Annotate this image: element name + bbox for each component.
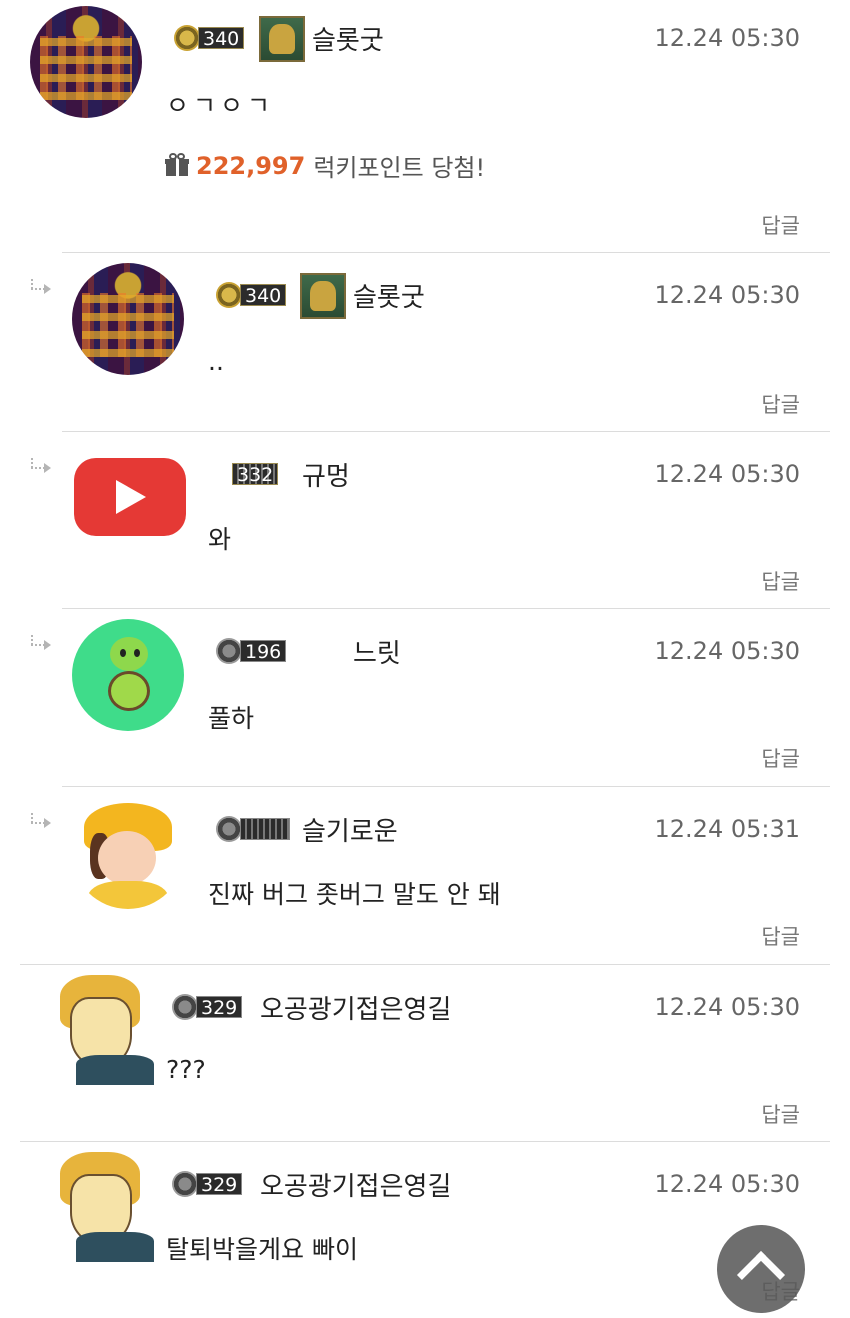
level-number <box>240 818 290 840</box>
timestamp: 12.24 05:30 <box>654 637 801 665</box>
avatar[interactable] <box>30 6 142 118</box>
gift-icon <box>165 152 189 176</box>
level-badge: 340 <box>174 25 245 51</box>
rank-icon <box>259 16 305 62</box>
reply-button[interactable]: 답글 <box>761 566 800 596</box>
nickname[interactable]: 오공광기접은영길 <box>260 989 451 1026</box>
nickname[interactable]: 슬롯굿 <box>312 20 384 57</box>
level-number: 340 <box>240 284 287 307</box>
level-badge: 329 <box>172 1171 243 1197</box>
reply-arrow-icon <box>28 813 54 829</box>
scroll-to-top-button[interactable] <box>717 1225 805 1313</box>
lucky-points: 222,997 <box>196 151 306 180</box>
comment-item: 329 오공광기접은영길 12.24 05:30 ??? 답글 <box>0 965 850 1141</box>
nickname[interactable]: 슬롯굿 <box>353 277 425 314</box>
reply-arrow-icon <box>28 458 54 474</box>
reply-comment-item: 196 느릿 12.24 05:30 풀하 답글 <box>0 609 850 786</box>
level-emblem-icon <box>216 282 242 308</box>
level-number: 329 <box>196 996 243 1019</box>
comment-text: 와 <box>208 525 232 554</box>
nickname[interactable]: 오공광기접은영길 <box>260 1166 451 1203</box>
reply-comment-item: 332 규멍 12.24 05:30 와 답글 <box>0 432 850 608</box>
level-badge <box>216 816 290 842</box>
level-badge: 196 <box>216 638 287 664</box>
play-icon <box>116 480 146 514</box>
nickname[interactable]: 슬기로운 <box>302 811 398 848</box>
level-badge: 340 <box>216 282 287 308</box>
timestamp: 12.24 05:30 <box>654 281 801 309</box>
lucky-message: 럭키포인트 당첨! <box>313 154 486 182</box>
avatar[interactable] <box>46 973 158 1085</box>
reply-button[interactable]: 답글 <box>761 210 800 240</box>
comment-text: ??? <box>166 1055 206 1084</box>
level-number: 329 <box>196 1173 243 1196</box>
level-badge: 329 <box>172 994 243 1020</box>
reply-arrow-icon <box>28 279 54 295</box>
level-number: 340 <box>198 27 245 50</box>
reply-button[interactable]: 답글 <box>761 389 800 419</box>
timestamp: 12.24 05:30 <box>654 24 801 52</box>
rank-icon <box>300 273 346 319</box>
timestamp: 12.24 05:30 <box>654 460 801 488</box>
level-number: 196 <box>240 640 287 663</box>
nickname[interactable]: 느릿 <box>353 633 401 670</box>
lucky-point-notice: 222,997 럭키포인트 당첨! <box>165 148 486 183</box>
level-number: 332 <box>232 463 279 486</box>
nickname[interactable]: 규멍 <box>302 456 350 493</box>
comment-text: 풀하 <box>208 704 255 733</box>
comment-text: 진짜 버그 좃버그 말도 안 돼 <box>208 880 501 909</box>
level-badge: 332 <box>232 462 279 486</box>
reply-comment-item: 슬기로운 12.24 05:31 진짜 버그 좃버그 말도 안 돼 답글 <box>0 787 850 964</box>
comment-text: 탈퇴박을게요 빠이 <box>166 1235 358 1264</box>
chevron-up-icon <box>736 1250 786 1300</box>
reply-arrow-icon <box>28 635 54 651</box>
comment-item: 340 슬롯굿 12.24 05:30 ㅇㄱㅇㄱ 222,997 럭키포인트 당… <box>0 0 850 252</box>
comment-text: .. <box>208 347 224 376</box>
reply-comment-item: 340 슬롯굿 12.24 05:30 .. 답글 <box>0 253 850 431</box>
level-emblem-icon <box>172 994 198 1020</box>
avatar[interactable] <box>74 458 186 536</box>
avatar[interactable] <box>46 1150 158 1262</box>
reply-button[interactable]: 답글 <box>761 921 800 951</box>
reply-button[interactable]: 답글 <box>761 743 800 773</box>
avatar[interactable] <box>72 797 184 909</box>
level-emblem-icon <box>172 1171 198 1197</box>
timestamp: 12.24 05:30 <box>654 993 801 1021</box>
timestamp: 12.24 05:30 <box>654 1170 801 1198</box>
level-emblem-icon <box>216 816 242 842</box>
level-emblem-icon <box>174 25 200 51</box>
avatar[interactable] <box>72 263 184 375</box>
reply-button[interactable]: 답글 <box>761 1099 800 1129</box>
avatar[interactable] <box>72 619 184 731</box>
comment-text: ㅇㄱㅇㄱ <box>166 91 275 120</box>
timestamp: 12.24 05:31 <box>654 815 801 843</box>
level-emblem-icon <box>216 638 242 664</box>
